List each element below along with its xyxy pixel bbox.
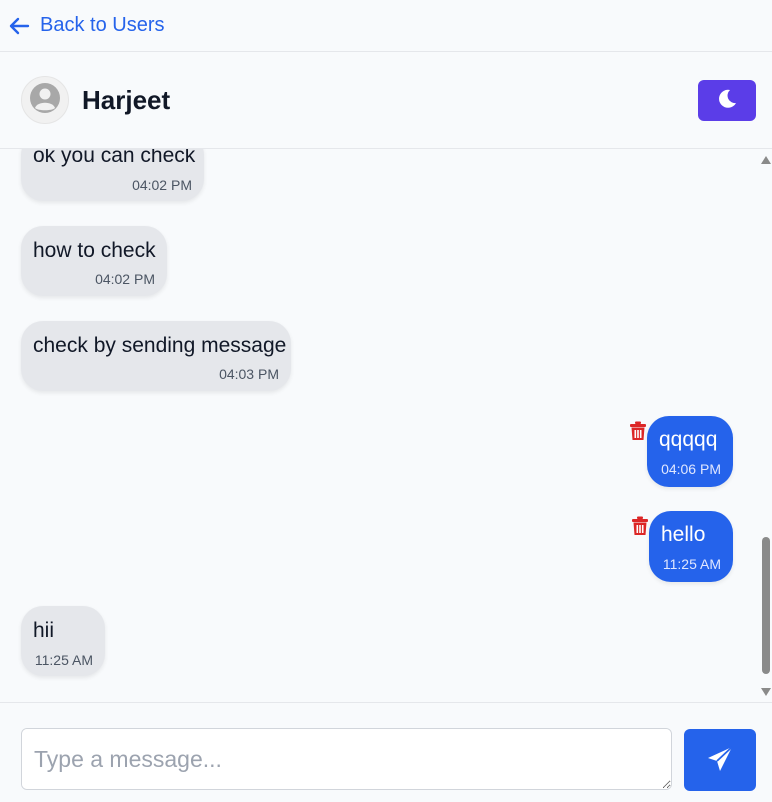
message-list[interactable]: ok you can check 04:02 PM how to check 0… (0, 149, 760, 702)
message-bubble-sent: qqqqq 04:06 PM (647, 416, 733, 487)
message-time: 04:03 PM (219, 366, 279, 382)
message-bubble-sent: hello 11:25 AM (649, 511, 733, 582)
message-time: 04:02 PM (132, 177, 192, 193)
message-input[interactable] (21, 728, 672, 790)
back-to-users-link[interactable]: Back to Users (8, 14, 164, 37)
message-time: 11:25 AM (662, 556, 721, 572)
delete-message-icon[interactable] (629, 421, 647, 441)
arrow-left-icon (8, 16, 30, 36)
message-bubble-received: check by sending message 04:03 PM (21, 321, 291, 391)
message-text: check by sending message (33, 334, 287, 357)
send-button[interactable] (684, 729, 756, 791)
moon-icon (716, 88, 738, 113)
message-composer (0, 702, 772, 802)
scroll-down-arrow-icon[interactable] (761, 688, 771, 696)
chat-header: Harjeet (0, 52, 772, 149)
message-text: qqqqq (659, 428, 718, 451)
contact-name: Harjeet (82, 84, 171, 115)
back-link-label: Back to Users (40, 14, 165, 36)
message-time: 04:02 PM (95, 271, 155, 287)
scroll-up-arrow-icon[interactable] (761, 156, 771, 164)
avatar (21, 76, 69, 124)
scrollbar-thumb[interactable] (762, 537, 770, 674)
message-text: hello (661, 523, 706, 546)
message-bubble-received: how to check 04:02 PM (21, 226, 167, 296)
message-text: ok you can check (33, 149, 196, 167)
delete-message-icon[interactable] (631, 516, 649, 536)
message-time: 11:25 AM (34, 652, 93, 668)
message-time: 04:06 PM (661, 461, 721, 477)
message-bubble-received: hii 11:25 AM (21, 606, 105, 676)
message-list-scrollbar[interactable] (760, 149, 772, 702)
user-placeholder-icon (29, 82, 61, 119)
top-bar: Back to Users (0, 0, 772, 52)
message-text: hii (33, 619, 55, 642)
paper-plane-icon (706, 745, 734, 776)
message-text: how to check (33, 239, 156, 262)
message-bubble-received: ok you can check 04:02 PM (21, 149, 204, 201)
theme-toggle-button[interactable] (698, 80, 756, 121)
